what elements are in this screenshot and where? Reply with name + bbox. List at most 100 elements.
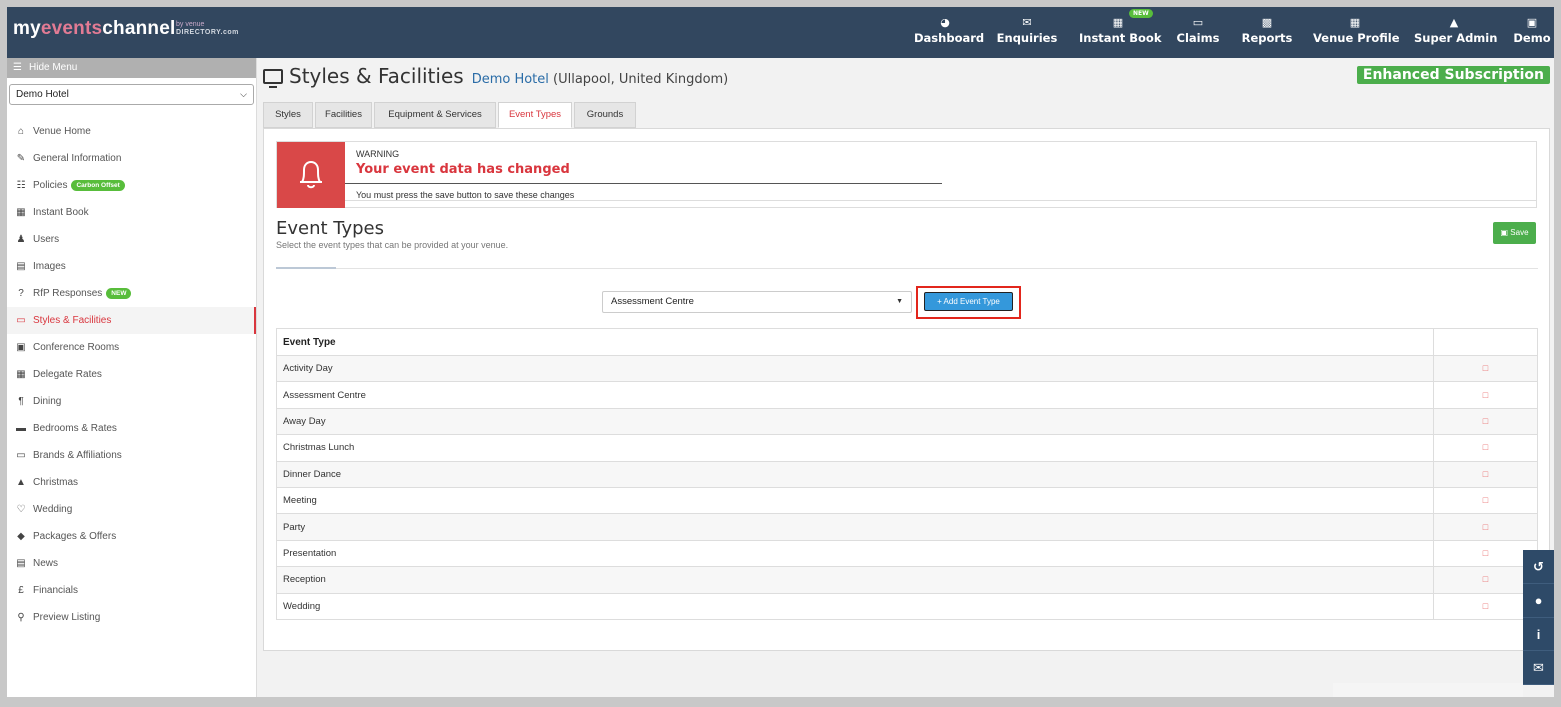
nav-enquiries[interactable]: ✉ Enquiries bbox=[996, 7, 1058, 58]
event-type-cell: Reception bbox=[276, 566, 1434, 594]
sidebar-item-preview-listing[interactable]: ⚲ Preview Listing bbox=[7, 604, 256, 631]
image-icon: ▤ bbox=[16, 261, 26, 272]
sidebar-item-bedrooms-rates[interactable]: ▬ Bedrooms & Rates bbox=[7, 415, 256, 442]
save-icon: ▣ bbox=[1500, 228, 1509, 237]
sidebar-item-conference-rooms[interactable]: ▣ Conference Rooms bbox=[7, 334, 256, 361]
trash-icon[interactable]: □ bbox=[1483, 363, 1488, 373]
history-icon[interactable]: ↺ bbox=[1523, 550, 1554, 584]
sidebar-item-venue-home[interactable]: ⌂ Venue Home bbox=[7, 118, 256, 145]
table-row: Presentation □ bbox=[276, 539, 1538, 567]
floating-toolbar: ↺ ● i ✉ bbox=[1523, 550, 1554, 685]
tab-grounds[interactable]: Grounds bbox=[574, 102, 636, 128]
tab-facilities[interactable]: Facilities bbox=[315, 102, 372, 128]
trash-icon[interactable]: □ bbox=[1483, 601, 1488, 611]
warning-message: You must press the save button to save t… bbox=[356, 190, 575, 200]
brand-logo[interactable]: myeventschannel bbox=[13, 18, 175, 40]
sidebar-item-wedding[interactable]: ♡ Wedding bbox=[7, 496, 256, 523]
trash-icon[interactable]: □ bbox=[1483, 469, 1488, 479]
sidebar-item-images[interactable]: ▤ Images bbox=[7, 253, 256, 280]
nav-demo-user[interactable]: ▣ Demo bbox=[1510, 7, 1554, 58]
sidebar-item-rfp-responses[interactable]: ? RfP Responses NEW bbox=[7, 280, 256, 307]
trash-icon[interactable]: □ bbox=[1483, 548, 1488, 558]
sidebar-item-christmas[interactable]: ▲ Christmas bbox=[7, 469, 256, 496]
sidebar-item-packages-offers[interactable]: ◆ Packages & Offers bbox=[7, 523, 256, 550]
trash-icon[interactable]: □ bbox=[1483, 574, 1488, 584]
calendar-icon: ▦ bbox=[1112, 16, 1124, 29]
new-badge: NEW bbox=[1129, 9, 1153, 18]
table-row: Assessment Centre □ bbox=[276, 381, 1538, 409]
column-header-actions bbox=[1433, 328, 1538, 356]
sidebar-item-dining[interactable]: ¶ Dining bbox=[7, 388, 256, 415]
nav-venue-profile[interactable]: ▦ Venue Profile bbox=[1313, 7, 1400, 58]
dashboard-icon: ◕ bbox=[940, 16, 950, 29]
event-type-cell: Christmas Lunch bbox=[276, 434, 1434, 462]
save-button[interactable]: ▣ Save bbox=[1493, 222, 1536, 244]
mail-icon[interactable]: ✉ bbox=[1523, 651, 1554, 685]
trash-icon[interactable]: □ bbox=[1483, 442, 1488, 452]
heart-icon: ♡ bbox=[16, 504, 26, 515]
hide-menu-toggle[interactable]: ☰ Hide Menu bbox=[7, 58, 256, 78]
subscription-badge: Enhanced Subscription bbox=[1356, 66, 1550, 84]
search-icon: ⚲ bbox=[17, 612, 25, 623]
tab-styles[interactable]: Styles bbox=[263, 102, 313, 128]
column-header-event-type: Event Type bbox=[276, 328, 1434, 356]
sidebar-item-news[interactable]: ▤ News bbox=[7, 550, 256, 577]
tab-event-types[interactable]: Event Types bbox=[498, 102, 572, 128]
section-subtitle: Select the event types that can be provi… bbox=[276, 240, 509, 250]
lock-icon: ▲ bbox=[1449, 16, 1459, 29]
chevron-down-icon: ⌵ bbox=[240, 89, 247, 99]
user-icon: ▣ bbox=[1526, 16, 1538, 29]
warning-bottom-rule bbox=[345, 200, 1537, 201]
table-row: Wedding □ bbox=[276, 592, 1538, 620]
tags-icon: ◆ bbox=[17, 531, 25, 542]
sidebar-item-brands-affiliations[interactable]: ▭ Brands & Affiliations bbox=[7, 442, 256, 469]
table-row: Party □ bbox=[276, 513, 1538, 541]
venue-link[interactable]: Demo Hotel bbox=[472, 72, 549, 87]
event-type-cell: Wedding bbox=[276, 592, 1434, 620]
envelope-icon: ✉ bbox=[1022, 16, 1032, 29]
event-type-cell: Dinner Dance bbox=[276, 460, 1434, 488]
event-type-cell: Assessment Centre bbox=[276, 381, 1434, 409]
section-divider-accent bbox=[276, 267, 336, 269]
sidebar-item-styles-facilities[interactable]: ▭ Styles & Facilities bbox=[7, 307, 256, 334]
sidebar-item-general-information[interactable]: ✎ General Information bbox=[7, 145, 256, 172]
nav-instant-book[interactable]: ▦ Instant Book NEW bbox=[1079, 7, 1161, 58]
info-icon[interactable]: i bbox=[1523, 618, 1554, 652]
briefcase-icon: ▣ bbox=[16, 342, 26, 353]
bed-icon: ▬ bbox=[16, 423, 26, 434]
nav-dashboard[interactable]: ◕ Dashboard bbox=[914, 7, 984, 58]
sidebar-item-users[interactable]: ♟ Users bbox=[7, 226, 256, 253]
sidebar-item-delegate-rates[interactable]: ▦ Delegate Rates bbox=[7, 361, 256, 388]
tab-equipment-services[interactable]: Equipment & Services bbox=[374, 102, 496, 128]
app-frame: myeventschannel by venue DIRECTORY.com ◕ … bbox=[7, 7, 1554, 697]
warning-divider bbox=[345, 183, 942, 184]
question-icon: ? bbox=[18, 288, 24, 299]
event-type-cell: Activity Day bbox=[276, 354, 1434, 382]
trash-icon[interactable]: □ bbox=[1483, 522, 1488, 532]
newspaper-icon: ▤ bbox=[16, 558, 26, 569]
table-row: Reception □ bbox=[276, 566, 1538, 594]
home-icon: ⌂ bbox=[17, 126, 25, 137]
edit-icon: ✎ bbox=[16, 153, 26, 164]
trash-icon[interactable]: □ bbox=[1483, 495, 1488, 505]
add-event-type-button[interactable]: + Add Event Type bbox=[924, 292, 1013, 311]
sidebar-item-financials[interactable]: £ Financials bbox=[7, 577, 256, 604]
monitor-icon bbox=[263, 69, 283, 88]
venue-select[interactable]: Demo Hotel ⌵ bbox=[9, 84, 254, 105]
trash-icon[interactable]: □ bbox=[1483, 416, 1488, 426]
calendar-icon: ▦ bbox=[16, 207, 26, 218]
warning-bell-panel bbox=[277, 142, 345, 208]
nav-claims[interactable]: ▭ Claims bbox=[1176, 7, 1220, 58]
sidebar-item-instant-book[interactable]: ▦ Instant Book bbox=[7, 199, 256, 226]
nav-super-admin[interactable]: ▲ Super Admin bbox=[1414, 7, 1497, 58]
chat-icon[interactable]: ● bbox=[1523, 584, 1554, 618]
event-type-select[interactable]: Assessment Centre ▼ bbox=[602, 291, 912, 313]
nav-reports[interactable]: ▩ Reports bbox=[1240, 7, 1294, 58]
sidebar-item-policies[interactable]: ☷ Policies Carbon Offset bbox=[7, 172, 256, 199]
trash-icon[interactable]: □ bbox=[1483, 390, 1488, 400]
building-icon: ▦ bbox=[1349, 16, 1361, 29]
sidebar: ☰ Hide Menu Demo Hotel ⌵ ⌂ Venue Home ✎ Gen… bbox=[7, 58, 257, 697]
event-types-table: Event Type Activity Day □ Assessment Cent… bbox=[276, 328, 1538, 620]
table-row: Dinner Dance □ bbox=[276, 460, 1538, 488]
bar-chart-icon: ▩ bbox=[1261, 16, 1273, 29]
